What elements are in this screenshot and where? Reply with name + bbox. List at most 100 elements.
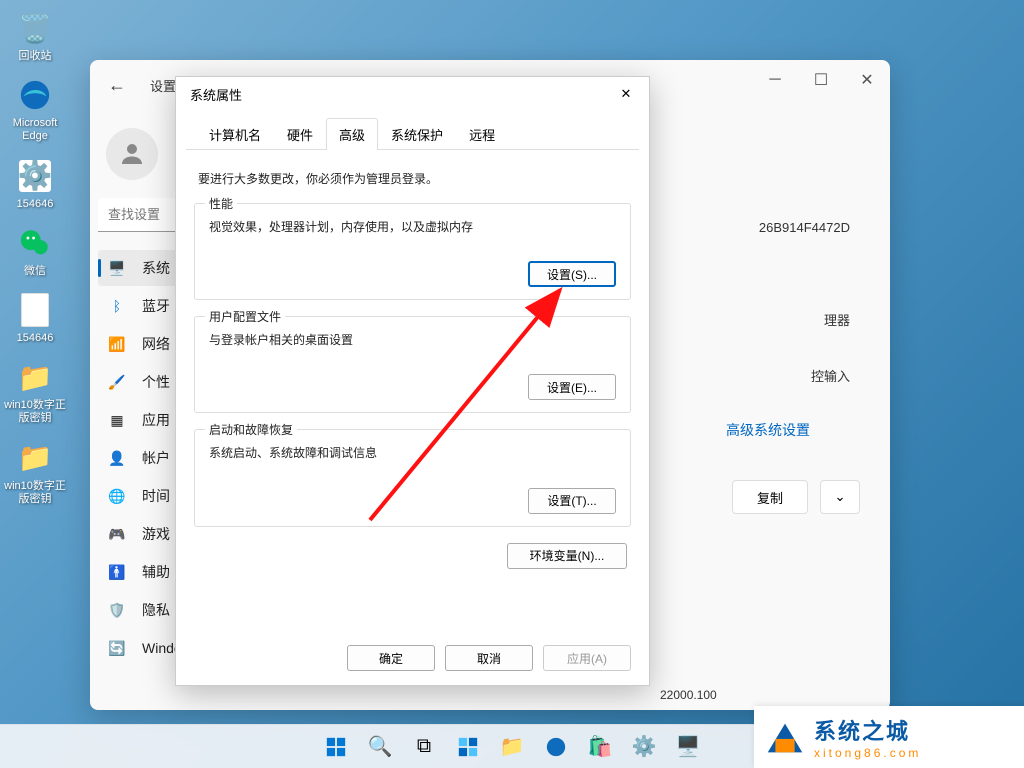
desktop-icon-label: win10数字正版密钥 [0, 399, 70, 425]
update-icon: 🔄 [108, 639, 126, 657]
product-id-fragment: 26B914F4472D [759, 220, 850, 235]
dialog-title: 系统属性 [190, 85, 242, 104]
recycle-bin-icon: 🗑️ [15, 8, 55, 48]
desktop-icon-edge[interactable]: Microsoft Edge [0, 75, 70, 143]
cancel-button[interactable]: 取消 [445, 645, 533, 671]
desktop-icon-file-1[interactable]: ⚙️ 154646 [0, 156, 70, 211]
system-icon: 🖥️ [108, 259, 126, 277]
tab-hardware[interactable]: 硬件 [274, 118, 326, 150]
nav-label: 系统 [142, 258, 170, 278]
nav-label: 辅助 [142, 562, 170, 582]
edge-taskbar-button[interactable] [538, 729, 574, 765]
advanced-system-settings-link[interactable]: 高级系统设置 [726, 420, 810, 440]
profile-settings-button[interactable]: 设置(E)... [528, 374, 616, 400]
watermark-title: 系统之城 [814, 714, 921, 746]
apps-icon: ▦ [108, 411, 126, 429]
startup-settings-button[interactable]: 设置(T)... [528, 488, 616, 514]
back-button[interactable]: ← [102, 70, 132, 100]
touch-label-fragment: 控输入 [811, 366, 850, 385]
nav-label: 应用 [142, 410, 170, 430]
tab-remote[interactable]: 远程 [456, 118, 508, 150]
tab-advanced[interactable]: 高级 [326, 118, 378, 150]
desktop-icon-folder-1[interactable]: 📁 win10数字正版密钥 [0, 357, 70, 425]
folder-icon: 📁 [15, 438, 55, 478]
tab-computer-name[interactable]: 计算机名 [196, 118, 274, 150]
widgets-button[interactable] [450, 729, 486, 765]
dialog-body: 要进行大多数更改，你必须作为管理员登录。 性能 视觉效果，处理器计划，内存使用，… [176, 150, 649, 635]
wifi-icon: 📶 [108, 335, 126, 353]
apply-button[interactable]: 应用(A) [543, 645, 631, 671]
desktop-icon-label: 154646 [0, 332, 70, 345]
desktop-icon-label: Microsoft Edge [0, 117, 70, 143]
settings-title: 设置 [150, 76, 176, 95]
dialog-footer: 确定 取消 应用(A) [176, 635, 649, 685]
desktop-icon-file-2[interactable]: 154646 [0, 290, 70, 345]
avatar-icon [106, 128, 158, 180]
dialog-tabs: 计算机名 硬件 高级 系统保护 远程 [186, 117, 639, 150]
desktop-icon-recycle-bin[interactable]: 🗑️ 回收站 [0, 8, 70, 63]
search-button[interactable]: 🔍 [362, 729, 398, 765]
copy-button[interactable]: 复制 [732, 480, 808, 514]
startup-recovery-group: 启动和故障恢复 系统启动、系统故障和调试信息 设置(T)... [194, 429, 631, 526]
nav-label: 网络 [142, 334, 170, 354]
group-desc: 视觉效果，处理器计划，内存使用，以及虚拟内存 [209, 218, 616, 237]
user-profile-group: 用户配置文件 与登录帐户相关的桌面设置 设置(E)... [194, 316, 631, 413]
dialog-close-button[interactable]: ✕ [609, 80, 643, 108]
performance-group: 性能 视觉效果，处理器计划，内存使用，以及虚拟内存 设置(S)... [194, 203, 631, 300]
app-taskbar-button[interactable]: 🖥️ [670, 729, 706, 765]
brush-icon: 🖌️ [108, 373, 126, 391]
version-number: 22000.100 [660, 688, 717, 702]
nav-label: 个性 [142, 372, 170, 392]
admin-note: 要进行大多数更改，你必须作为管理员登录。 [198, 170, 627, 187]
minimize-button[interactable]: ─ [752, 60, 798, 100]
task-view-button[interactable]: ⧉ [406, 729, 442, 765]
nav-label: 游戏 [142, 524, 170, 544]
nav-label: 蓝牙 [142, 296, 170, 316]
expand-button[interactable]: ⌄ [820, 480, 860, 514]
dialog-titlebar[interactable]: 系统属性 ✕ [176, 77, 649, 111]
shield-icon: 🛡️ [108, 601, 126, 619]
cpu-label-fragment: 理器 [824, 310, 850, 329]
nav-label: 帐户 [142, 448, 170, 468]
close-icon: ✕ [621, 86, 632, 102]
settings-file-icon: ⚙️ [15, 156, 55, 196]
bluetooth-icon: ᛒ [108, 297, 126, 315]
person-icon: 👤 [108, 449, 126, 467]
group-desc: 系统启动、系统故障和调试信息 [209, 444, 616, 463]
nav-label: 时间 [142, 486, 170, 506]
store-button[interactable]: 🛍️ [582, 729, 618, 765]
text-file-icon [15, 290, 55, 330]
desktop-icon-label: 微信 [0, 265, 70, 278]
chevron-down-icon: ⌄ [834, 489, 845, 505]
group-title: 用户配置文件 [205, 308, 285, 325]
start-button[interactable] [318, 729, 354, 765]
accessibility-icon: 🚹 [108, 563, 126, 581]
desktop-icon-folder-2[interactable]: 📁 win10数字正版密钥 [0, 438, 70, 506]
nav-label: 隐私 [142, 600, 170, 620]
watermark-url: xitong86.com [814, 746, 921, 760]
performance-settings-button[interactable]: 设置(S)... [528, 261, 616, 287]
group-title: 启动和故障恢复 [205, 421, 297, 438]
system-properties-dialog: 系统属性 ✕ 计算机名 硬件 高级 系统保护 远程 要进行大多数更改，你必须作为… [175, 76, 650, 686]
desktop-icon-label: 154646 [0, 198, 70, 211]
watermark: 系统之城 xitong86.com [754, 706, 1024, 768]
zip-folder-icon: 📁 [15, 357, 55, 397]
maximize-button[interactable]: ☐ [798, 60, 844, 100]
edge-icon [15, 75, 55, 115]
settings-taskbar-button[interactable]: ⚙️ [626, 729, 662, 765]
group-title: 性能 [205, 195, 237, 212]
tab-system-protection[interactable]: 系统保护 [378, 118, 456, 150]
close-button[interactable]: ✕ [844, 60, 890, 100]
group-desc: 与登录帐户相关的桌面设置 [209, 331, 616, 350]
gamepad-icon: 🎮 [108, 525, 126, 543]
watermark-logo-icon [762, 714, 808, 760]
file-explorer-button[interactable]: 📁 [494, 729, 530, 765]
desktop-icon-label: 回收站 [0, 50, 70, 63]
globe-icon: 🌐 [108, 487, 126, 505]
desktop-icons: 🗑️ 回收站 Microsoft Edge ⚙️ 154646 微信 15464… [0, 0, 80, 518]
environment-variables-button[interactable]: 环境变量(N)... [507, 543, 627, 569]
desktop-icon-label: win10数字正版密钥 [0, 480, 70, 506]
window-controls: ─ ☐ ✕ [752, 60, 890, 100]
desktop-icon-wechat[interactable]: 微信 [0, 223, 70, 278]
ok-button[interactable]: 确定 [347, 645, 435, 671]
